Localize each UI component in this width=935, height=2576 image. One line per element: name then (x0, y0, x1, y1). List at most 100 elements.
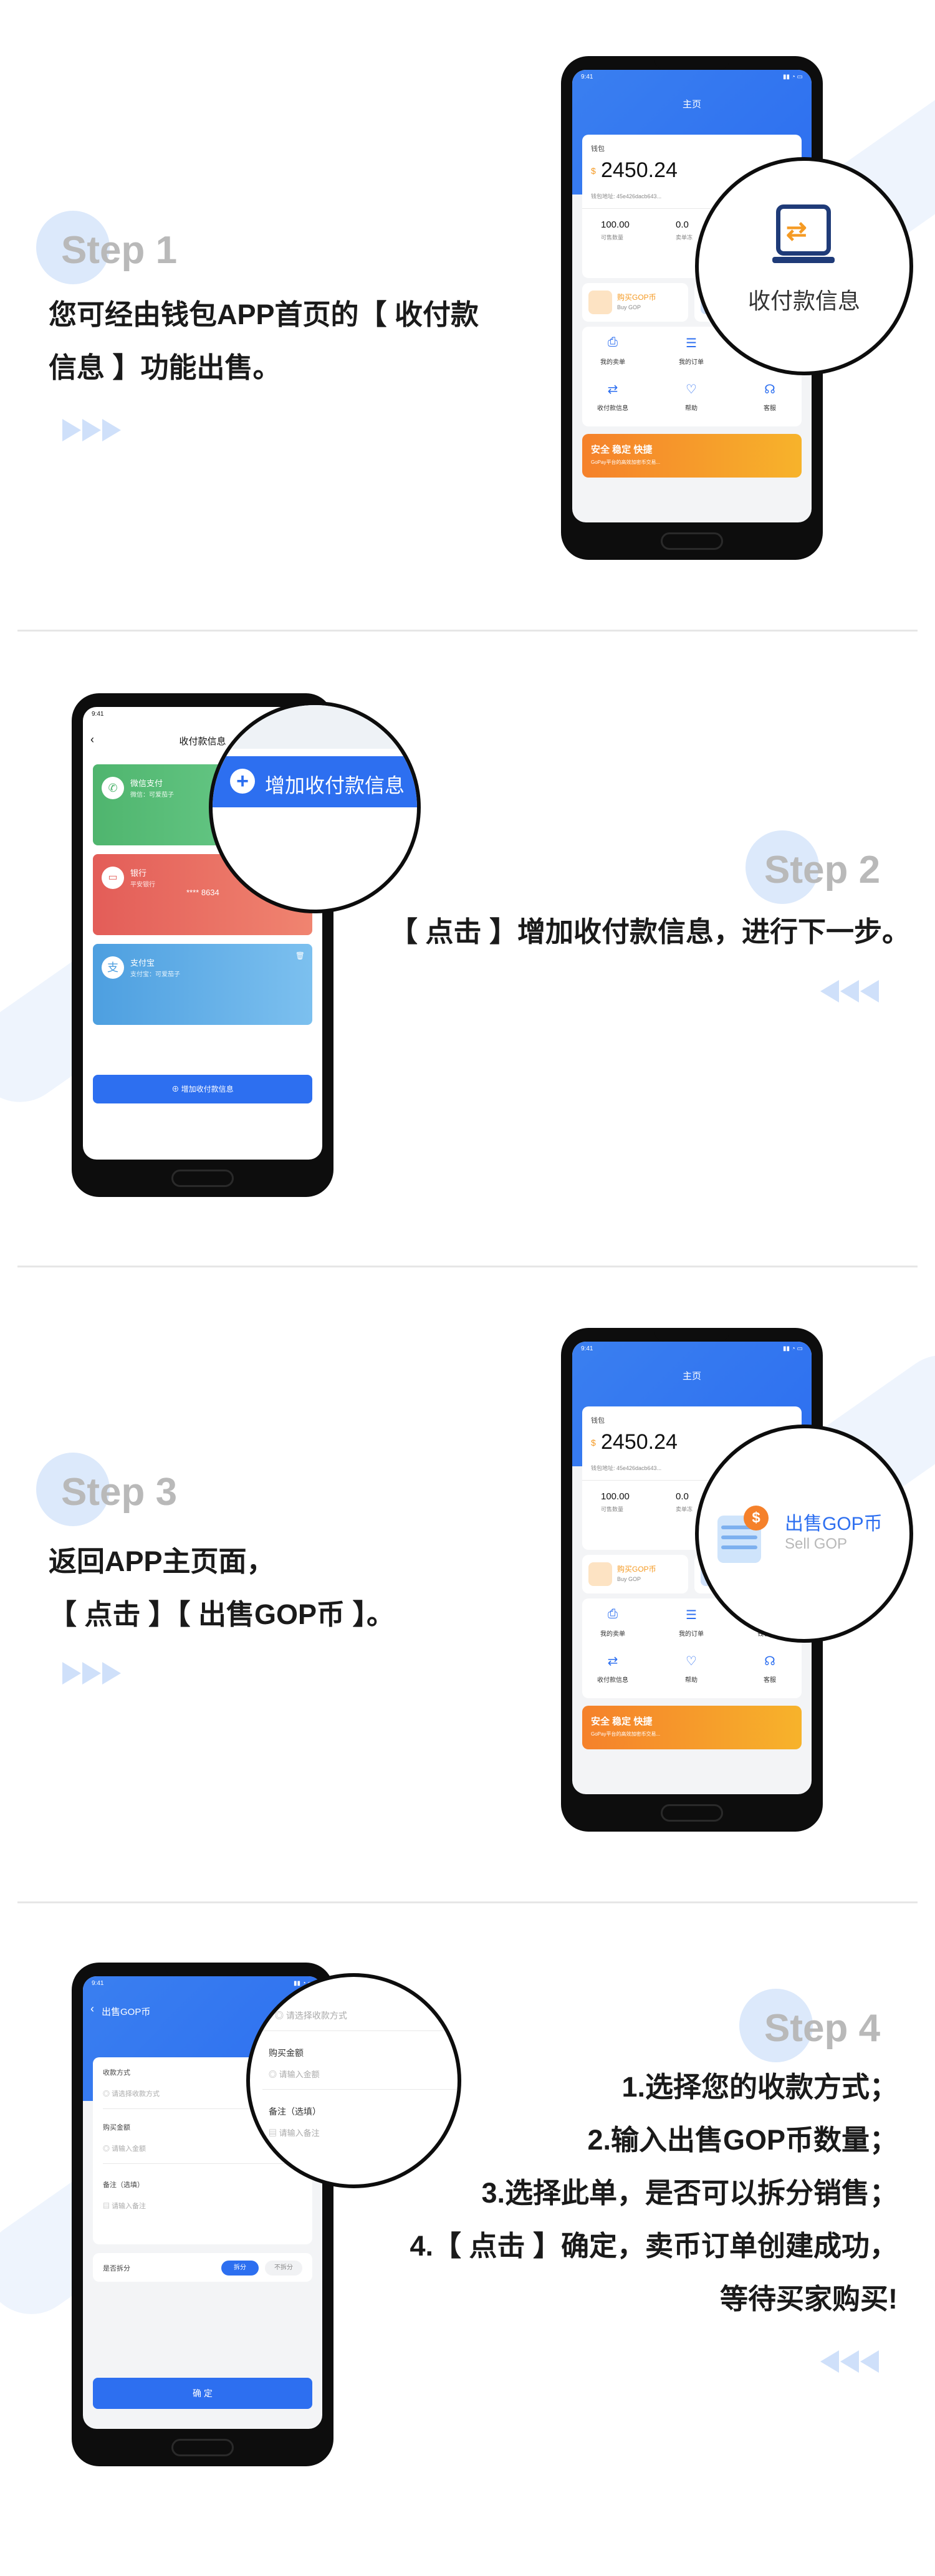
alipay-sub: 支付宝：可爱茄子 (130, 971, 180, 978)
chevron-right-triple-icon (62, 419, 121, 441)
delete-icon[interactable]: 🗑 (295, 951, 305, 960)
promo-banner[interactable]: 安全 稳定 快捷 GoPay平台的高效加密币交易... (582, 434, 802, 478)
step-3-desc-line1: 返回APP主页面， (49, 1545, 275, 1577)
zoom-payment-label: 收付款信息 (747, 288, 860, 314)
split-yes-button[interactable]: 拆分 (221, 2261, 259, 2276)
promo-banner[interactable]: 安全 稳定 快捷 GoPay平台的高效加密币交易... (582, 1706, 802, 1749)
menu-support[interactable]: 客服 (748, 403, 792, 412)
step-1-desc-line2: 信息 】功能出售。 (49, 352, 281, 383)
home-button[interactable] (661, 532, 723, 550)
status-time: 9:41 (92, 711, 104, 718)
zoom-amount-placeholder: ◎ 请输入金额 (269, 2070, 320, 2079)
payment-info-icon[interactable]: ⇄ (603, 382, 622, 397)
stat2-label: 卖单冻 (676, 1506, 693, 1512)
step-3-label: Step 3 (61, 1471, 178, 1514)
support-icon[interactable]: ☊ (760, 382, 779, 397)
support-icon[interactable]: ☊ (760, 1653, 779, 1669)
method-label: 收款方式 (103, 2069, 130, 2077)
my-sells-icon[interactable]: ⎙ (603, 335, 622, 350)
help-icon[interactable]: ♡ (682, 1653, 701, 1669)
chevron-left-triple-icon (820, 2350, 879, 2373)
menu-support[interactable]: 客服 (748, 1675, 792, 1684)
zoom-note-label: 备注（选填） (269, 2107, 321, 2117)
bank-number: **** 8634 (186, 888, 219, 897)
help-icon[interactable]: ♡ (682, 382, 701, 397)
split-no-button[interactable]: 不拆分 (265, 2261, 302, 2276)
plus-circle-icon: + (230, 769, 255, 794)
step-4-desc-line3: 3.选择此单，是否可以拆分销售； (481, 2177, 898, 2209)
my-sells-icon[interactable]: ⎙ (603, 1607, 622, 1622)
alipay-icon: 支 (102, 956, 124, 979)
stat1-label: 可售数量 (601, 1506, 624, 1512)
buy-gop-card[interactable]: 购买GOP币 Buy GOP (582, 283, 688, 322)
sell-coin-icon: $ (711, 1503, 774, 1565)
balance-value: 2450.24 (601, 1430, 678, 1454)
add-payment-button[interactable]: ⊕ 增加收付款信息 (93, 1075, 312, 1103)
payment-info-icon[interactable]: ⇄ (603, 1653, 622, 1669)
step-4-label: Step 4 (764, 2007, 881, 2050)
stat1-label: 可售数量 (601, 234, 624, 241)
zoom-sell-title: 出售GOP币 (785, 1514, 883, 1534)
amount-label: 购买金额 (103, 2124, 130, 2131)
split-label: 是否拆分 (103, 2265, 130, 2272)
my-orders-icon[interactable]: ☰ (682, 1607, 701, 1623)
note-input[interactable]: ▤ 请输入备注 (103, 2197, 302, 2216)
balance-value: 2450.24 (601, 158, 678, 182)
menu-my-orders[interactable]: 我的订单 (669, 357, 713, 366)
menu-help[interactable]: 帮助 (669, 1675, 713, 1684)
currency-symbol: $ (591, 1438, 596, 1448)
bank-sub: 平安银行 (130, 882, 155, 888)
buy-title: 购买GOP币 (617, 1565, 656, 1574)
alipay-card[interactable]: 支 支付宝 支付宝：可爱茄子 🗑 (93, 944, 312, 1025)
currency-symbol: $ (591, 166, 596, 176)
confirm-button[interactable]: 确 定 (93, 2378, 312, 2409)
step-1-desc-line1: 您可经由钱包APP首页的【 收付款 (49, 299, 479, 330)
home-button[interactable] (661, 1804, 723, 1822)
plus-circle-icon: ⊕ (171, 1085, 181, 1093)
amount-placeholder: 请输入金额 (112, 2145, 146, 2153)
note-label: 备注（选填） (103, 2181, 144, 2189)
wechat-icon: ✆ (102, 777, 124, 799)
buy-gop-card[interactable]: 购买GOP币 Buy GOP (582, 1555, 688, 1593)
menu-payment-info[interactable]: 收付款信息 (591, 403, 635, 412)
menu-help[interactable]: 帮助 (669, 403, 713, 412)
banner-sub: GoPay平台的高效加密币交易... (591, 459, 661, 465)
buy-title: 购买GOP币 (617, 293, 656, 302)
banner-text: 安全 稳定 快捷 (591, 1716, 653, 1727)
home-button[interactable] (171, 1170, 234, 1187)
wechat-sub: 微信：可爱茄子 (130, 792, 174, 799)
add-button-label: 增加收付款信息 (181, 1085, 234, 1093)
zoom-add-label: 增加收付款信息 (265, 774, 405, 797)
menu-my-sells[interactable]: 我的卖单 (591, 357, 635, 366)
chevron-right-triple-icon (62, 1662, 121, 1684)
menu-my-orders[interactable]: 我的订单 (669, 1628, 713, 1638)
status-icons: ▮▮ ◔ ▭ (782, 1345, 803, 1352)
magnifier-sell-form: ◎ 请选择收款方式 购买金额 ◎ 请输入金额 备注（选填） ▤ 请输入备注 (246, 1973, 461, 2188)
back-icon[interactable]: ‹ (90, 2002, 94, 2016)
zoom-add-button: + 增加收付款信息 (213, 756, 417, 807)
status-icons: ▮▮ ◔ ▭ (782, 74, 803, 80)
zoom-sell-sub: Sell GOP (785, 1536, 848, 1552)
menu-my-sells[interactable]: 我的卖单 (591, 1628, 635, 1638)
bank-name: 银行 (130, 868, 147, 878)
wallet-address: 钱包地址: 45e426dacb643... (591, 1465, 662, 1471)
zoom-method-placeholder: ◎ 请选择收款方式 (275, 2011, 347, 2021)
step-4-desc-line5: 等待买家购买! (720, 2283, 898, 2315)
home-button[interactable] (171, 2439, 234, 2456)
menu-payment-info[interactable]: 收付款信息 (591, 1675, 635, 1684)
stat1-value: 100.00 (601, 219, 630, 230)
step-4-desc-line1: 1.选择您的收款方式； (621, 2071, 898, 2103)
status-time: 9:41 (581, 1345, 593, 1352)
banner-sub: GoPay平台的高效加密币交易... (591, 1731, 661, 1737)
step-1-label: Step 1 (61, 229, 178, 272)
status-time: 9:41 (581, 74, 593, 80)
wechat-name: 微信支付 (130, 779, 163, 788)
wallet-label: 钱包 (591, 145, 605, 153)
step-4-desc-line4: 4.【 点击 】确定，卖币订单创建成功， (410, 2230, 898, 2262)
divider (17, 1901, 918, 1903)
banner-text: 安全 稳定 快捷 (591, 445, 653, 455)
step-2-desc: 【 点击 】增加收付款信息，进行下一步。 (389, 916, 910, 948)
step-4-desc-line2: 2.输入出售GOP币数量； (587, 2124, 898, 2156)
my-orders-icon[interactable]: ☰ (682, 335, 701, 351)
magnifier-add-payment: + 增加收付款信息 (209, 701, 421, 913)
